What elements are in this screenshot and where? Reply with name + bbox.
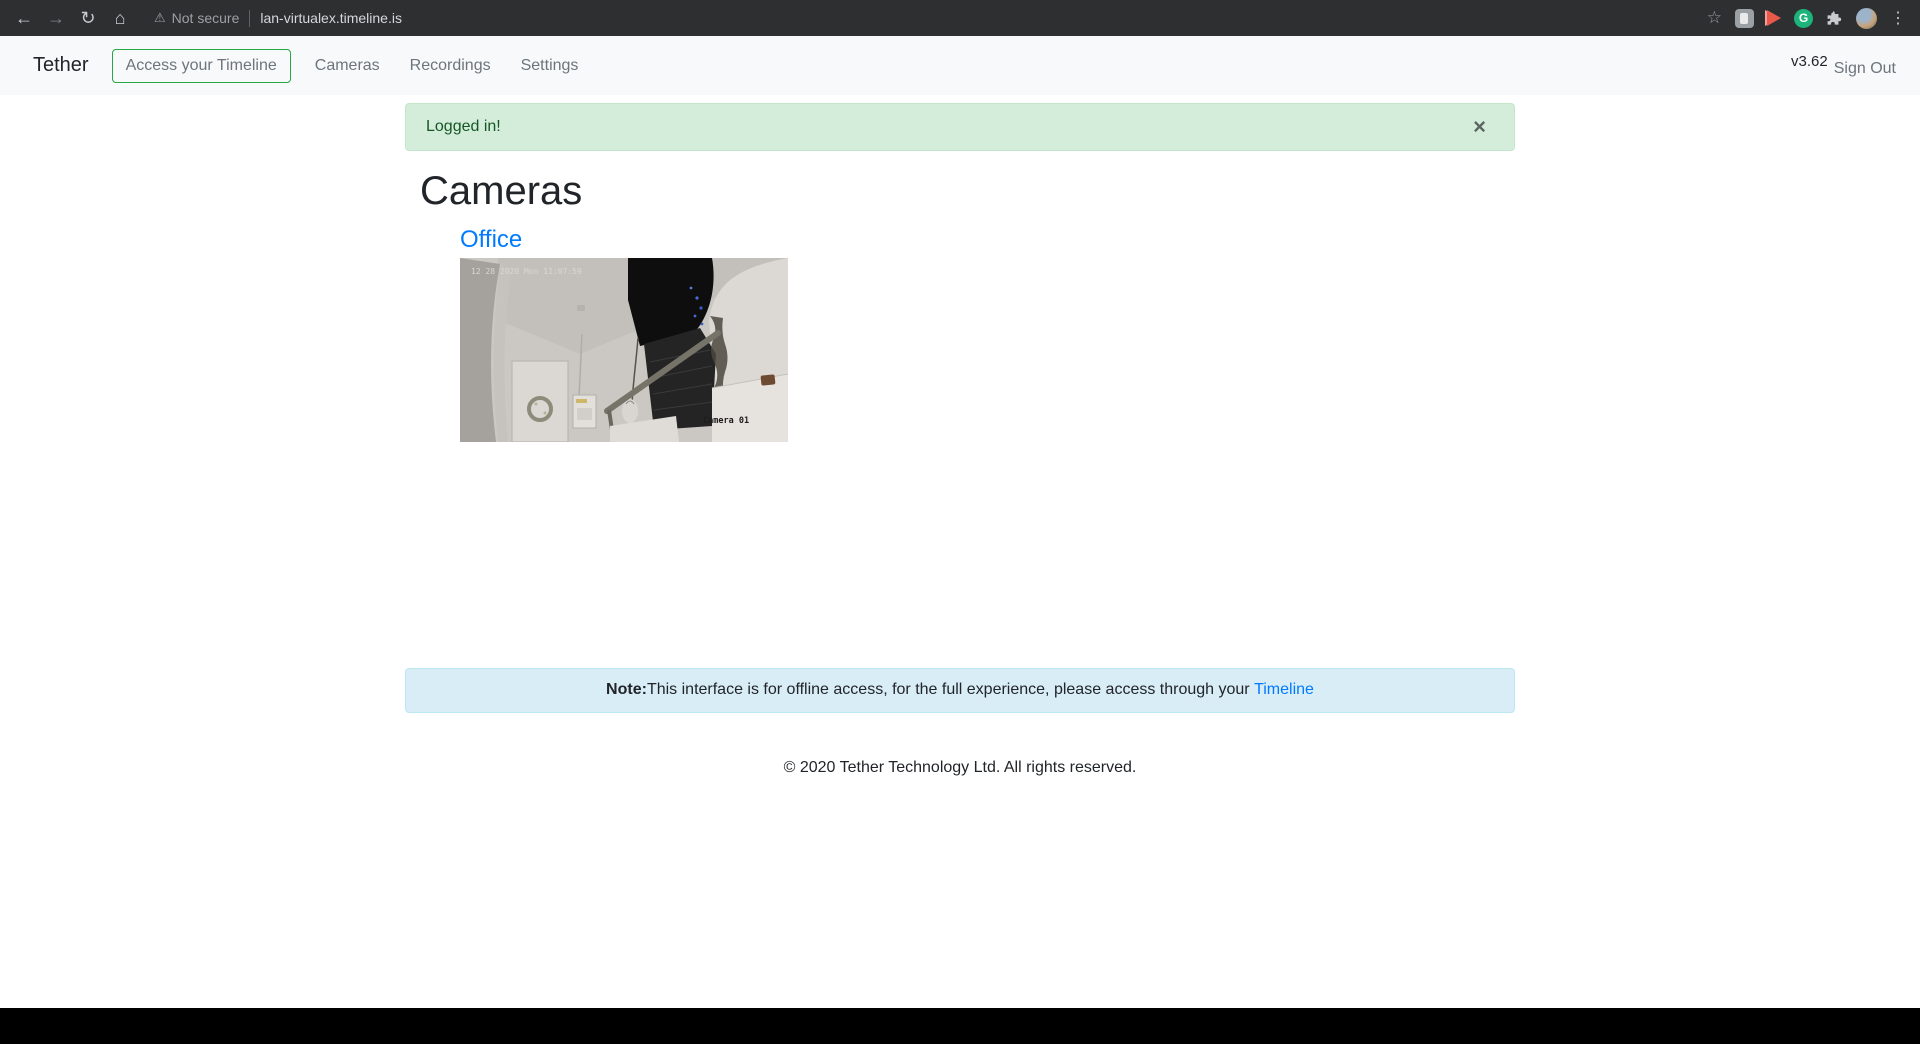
grammarly-icon[interactable]: G xyxy=(1794,9,1813,28)
alert-message: Logged in! xyxy=(426,118,501,136)
address-bar-url[interactable]: lan-virtualex.timeline.is xyxy=(260,10,402,26)
nav-item-cameras[interactable]: Cameras xyxy=(300,49,395,83)
extension-icon[interactable] xyxy=(1735,9,1754,28)
nav-item-recordings[interactable]: Recordings xyxy=(395,49,506,83)
close-icon[interactable]: × xyxy=(1465,116,1494,138)
nav-item-settings[interactable]: Settings xyxy=(506,49,594,83)
browser-toolbar-right: ☆ G ⋮ xyxy=(1707,8,1906,29)
extensions-puzzle-icon[interactable] xyxy=(1826,10,1843,27)
forward-icon[interactable]: → xyxy=(43,0,69,36)
version-label: v3.62 xyxy=(1791,53,1828,70)
offline-note-bar: Note:This interface is for offline acces… xyxy=(405,668,1515,713)
security-label[interactable]: Not secure xyxy=(172,10,240,26)
omnibox-divider xyxy=(249,10,250,27)
camera-label-overlay: Camera 01 xyxy=(703,416,749,426)
back-icon[interactable]: ← xyxy=(11,0,37,36)
browser-toolbar: ← → ↻ ⌂ ⚠ Not secure lan-virtualex.timel… xyxy=(0,0,1920,36)
timeline-link[interactable]: Timeline xyxy=(1254,681,1314,699)
note-text: This interface is for offline access, fo… xyxy=(647,681,1254,699)
browser-menu-icon[interactable]: ⋮ xyxy=(1890,8,1906,28)
bottom-black-bar xyxy=(0,1008,1920,1044)
bookmark-star-icon[interactable]: ☆ xyxy=(1707,8,1722,28)
camera-name-link[interactable]: Office xyxy=(460,226,522,255)
copyright-text: © 2020 Tether Technology Ltd. All rights… xyxy=(405,759,1515,777)
navbar-right: v3.62 Sign Out xyxy=(1791,57,1896,75)
content-spacer xyxy=(405,442,1515,668)
page-title: Cameras xyxy=(420,167,1515,215)
security-warning-icon[interactable]: ⚠ xyxy=(154,10,166,26)
camera-card: Office xyxy=(460,226,1515,442)
login-success-alert: Logged in! × xyxy=(405,103,1515,151)
note-bold-label: Note: xyxy=(606,681,647,699)
reload-icon[interactable]: ↻ xyxy=(75,0,101,36)
sign-out-link[interactable]: Sign Out xyxy=(1834,60,1896,78)
extension-arrow-icon[interactable] xyxy=(1767,10,1781,26)
camera-snapshot[interactable]: 12 28 2020 Mon 11:07:59 Camera 01 xyxy=(460,258,788,442)
home-icon[interactable]: ⌂ xyxy=(107,0,133,36)
camera-timestamp-overlay: 12 28 2020 Mon 11:07:59 xyxy=(471,267,582,276)
brand-logo[interactable]: Tether xyxy=(33,54,89,77)
main-container: Logged in! × Cameras Office xyxy=(405,103,1515,777)
profile-avatar[interactable] xyxy=(1856,8,1877,29)
access-timeline-button[interactable]: Access your Timeline xyxy=(112,49,291,83)
app-navbar: Tether Access your Timeline Cameras Reco… xyxy=(0,36,1920,95)
